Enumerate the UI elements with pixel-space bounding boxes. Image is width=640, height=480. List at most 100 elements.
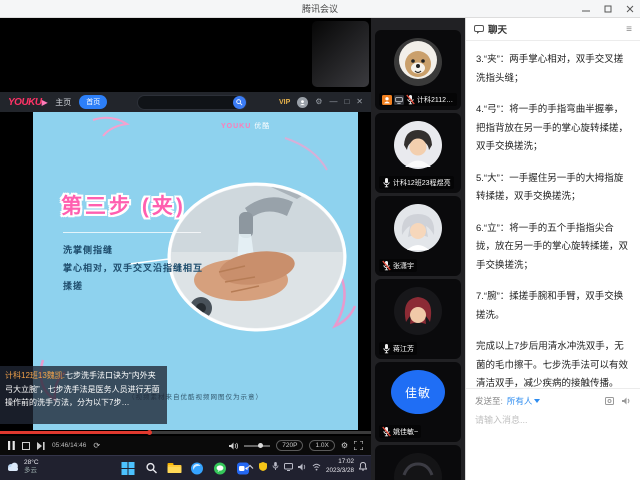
avatar <box>394 204 442 252</box>
titlebar: 腾讯会议 <box>0 0 640 18</box>
chevron-down-icon <box>534 399 541 403</box>
pause-button[interactable] <box>8 441 15 450</box>
caption-overlay: 计科12班13魏凯:七步洗手法口诀为“内外夹弓大立腕”，七步洗手法是医务人员进行… <box>0 366 167 424</box>
chat-message: 7.“腕”：揉搓手腕和手臂，双手交换搓洗。 <box>476 291 624 321</box>
start-button[interactable] <box>120 460 136 476</box>
meeting-app: 腾讯会议 YOUKU▶ 主页 首页 VIP ⚙ — □ ✕ YOUKU 优酷 第… <box>0 0 640 480</box>
chat-messages: 3.“夹”：两手掌心相对，双手交叉搓洗指头缝； 4.“弓”：将一手的手指弯曲半握拳… <box>466 41 640 388</box>
chat-title: 聊天 <box>488 25 508 36</box>
edge-browser-icon[interactable] <box>189 460 205 476</box>
minimize-icon[interactable] <box>580 3 592 15</box>
progress-bar[interactable] <box>0 430 371 435</box>
fullscreen-icon[interactable] <box>354 441 363 450</box>
participant-label: 姚佳敏~ <box>379 425 422 438</box>
taskbar-clock[interactable]: 17:02 2023/3/28 <box>326 458 354 475</box>
time-display: 05:46/14:46 <box>52 442 87 449</box>
youku-watermark: YOUKU 优酷 <box>221 123 271 130</box>
send-to-dropdown[interactable]: 所有人 <box>507 395 541 407</box>
notification-bell-icon[interactable] <box>359 462 367 471</box>
chat-menu-icon[interactable]: ≡ <box>626 24 632 35</box>
mic-icon <box>382 343 391 354</box>
youku-home-tab[interactable]: 首页 <box>79 95 108 109</box>
volume-slider[interactable] <box>244 442 271 448</box>
chat-panel: 聊天 ≡ 3.“夹”：两手掌心相对，双手交叉搓洗指头缝； 4.“弓”：将一手的手指… <box>465 18 640 480</box>
volume-icon[interactable] <box>229 442 239 450</box>
close-icon[interactable] <box>624 3 636 15</box>
floating-window[interactable] <box>312 21 369 87</box>
screenshot-icon[interactable] <box>605 396 615 406</box>
avatar <box>394 453 442 480</box>
player-settings-icon[interactable]: ⚙ <box>341 441 348 450</box>
app-maximize-icon[interactable]: □ <box>344 98 349 106</box>
stop-button[interactable] <box>22 441 30 450</box>
caption-sender: 计科12班13魏凯: <box>5 371 66 380</box>
mic-muted-icon <box>382 260 391 271</box>
slide-title: 第三步 (夹) <box>61 195 186 218</box>
search-icon[interactable] <box>233 95 247 109</box>
slide-text-line: 揉搓 <box>63 281 84 291</box>
window-title: 腾讯会议 <box>301 4 338 14</box>
search-taskbar-icon[interactable] <box>143 460 159 476</box>
mic-tray-icon[interactable] <box>272 462 279 471</box>
participant-tile[interactable] <box>375 445 461 480</box>
settings-icon[interactable]: ⚙ <box>315 98 322 106</box>
participant-name: 姚佳敏~ <box>393 428 419 436</box>
wechat-icon[interactable] <box>212 460 228 476</box>
slide-text-line: 掌心相对，双手交叉沿指缝相互 <box>63 263 204 273</box>
send-to-label: 发送至: <box>475 396 503 406</box>
weather-widget[interactable]: 28°C 多云 <box>6 459 39 476</box>
presenter-badge-icon <box>382 94 392 105</box>
youku-toolbar: YOUKU▶ 主页 首页 VIP ⚙ — □ ✕ <box>0 92 371 112</box>
next-button[interactable] <box>37 441 45 450</box>
weather-condition: 多云 <box>24 467 37 475</box>
slide-divider <box>63 232 201 233</box>
chat-input[interactable] <box>466 407 640 433</box>
app-minimize-icon[interactable]: — <box>329 98 337 106</box>
participant-tile[interactable]: 张潇宇 <box>375 196 461 276</box>
vip-button[interactable]: VIP <box>279 99 290 106</box>
speed-button[interactable]: 1.0X <box>309 440 335 451</box>
participant-strip: 计科2112张源鑫.. 计科12班23程煜亮张潇宇蒋江芳佳敏姚佳敏~ <box>371 18 465 480</box>
chat-bubble-icon <box>474 24 484 34</box>
chat-header: 聊天 ≡ <box>466 18 640 41</box>
participant-tile[interactable]: 蒋江芳 <box>375 279 461 359</box>
clock-date: 2023/3/28 <box>325 466 354 474</box>
user-avatar-icon[interactable] <box>297 96 309 108</box>
avatar: 佳敏 <box>391 370 445 414</box>
tray-expand-icon[interactable] <box>246 464 254 470</box>
app-close-icon[interactable]: ✕ <box>356 98 363 106</box>
participant-list: 计科2112张源鑫.. 计科12班23程煜亮张潇宇蒋江芳佳敏姚佳敏~ <box>371 30 465 480</box>
progress-fill <box>0 431 149 434</box>
mic-muted-icon <box>406 94 415 105</box>
loop-icon[interactable]: ⟳ <box>93 441 100 450</box>
participant-tile[interactable]: 佳敏姚佳敏~ <box>375 362 461 442</box>
chat-message: 6.“立”：将一手的五个手指指尖合拢，放在另一手的掌心旋转揉搓，双手交换搓洗； <box>476 222 629 271</box>
mic-muted-icon <box>382 426 391 437</box>
screen-share-icon <box>394 94 404 105</box>
participant-tile[interactable]: 计科12班23程煜亮 <box>375 113 461 193</box>
screen-share-view: YOUKU▶ 主页 首页 VIP ⚙ — □ ✕ YOUKU 优酷 第三步 (夹… <box>0 18 371 455</box>
quality-button[interactable]: 720P <box>276 440 304 451</box>
maximize-icon[interactable] <box>602 3 614 15</box>
slide-text-line: 洗掌侧指缝 <box>63 245 114 255</box>
participant-tile[interactable]: 计科2112张源鑫.. <box>375 30 461 110</box>
clock-time: 17:02 <box>338 458 354 465</box>
participant-name: 蒋江芳 <box>393 345 414 353</box>
chat-message: 3.“夹”：两手掌心相对，双手交叉搓洗指头缝； <box>476 54 624 84</box>
youku-search-input[interactable] <box>137 94 248 110</box>
youku-home-link[interactable]: 主页 <box>55 97 71 108</box>
participant-label: 计科12班23程煜亮 <box>379 176 454 189</box>
network-tray-icon[interactable] <box>312 463 321 471</box>
youku-logo[interactable]: YOUKU▶ <box>8 97 48 108</box>
volume-tray-icon[interactable] <box>297 463 307 471</box>
file-explorer-icon[interactable] <box>166 460 182 476</box>
player-controls: 05:46/14:46 ⟳ 720P 1.0X ⚙ <box>0 436 371 455</box>
audio-icon[interactable] <box>621 396 631 406</box>
chat-footer: 发送至: 所有人 <box>466 388 640 480</box>
display-tray-icon[interactable] <box>283 462 293 471</box>
security-tray-icon[interactable] <box>258 462 267 471</box>
participant-name: 张潇宇 <box>393 262 414 270</box>
participant-label: 张潇宇 <box>379 259 417 272</box>
play-icon: ▶ <box>41 97 48 107</box>
progress-knob[interactable] <box>147 430 152 435</box>
